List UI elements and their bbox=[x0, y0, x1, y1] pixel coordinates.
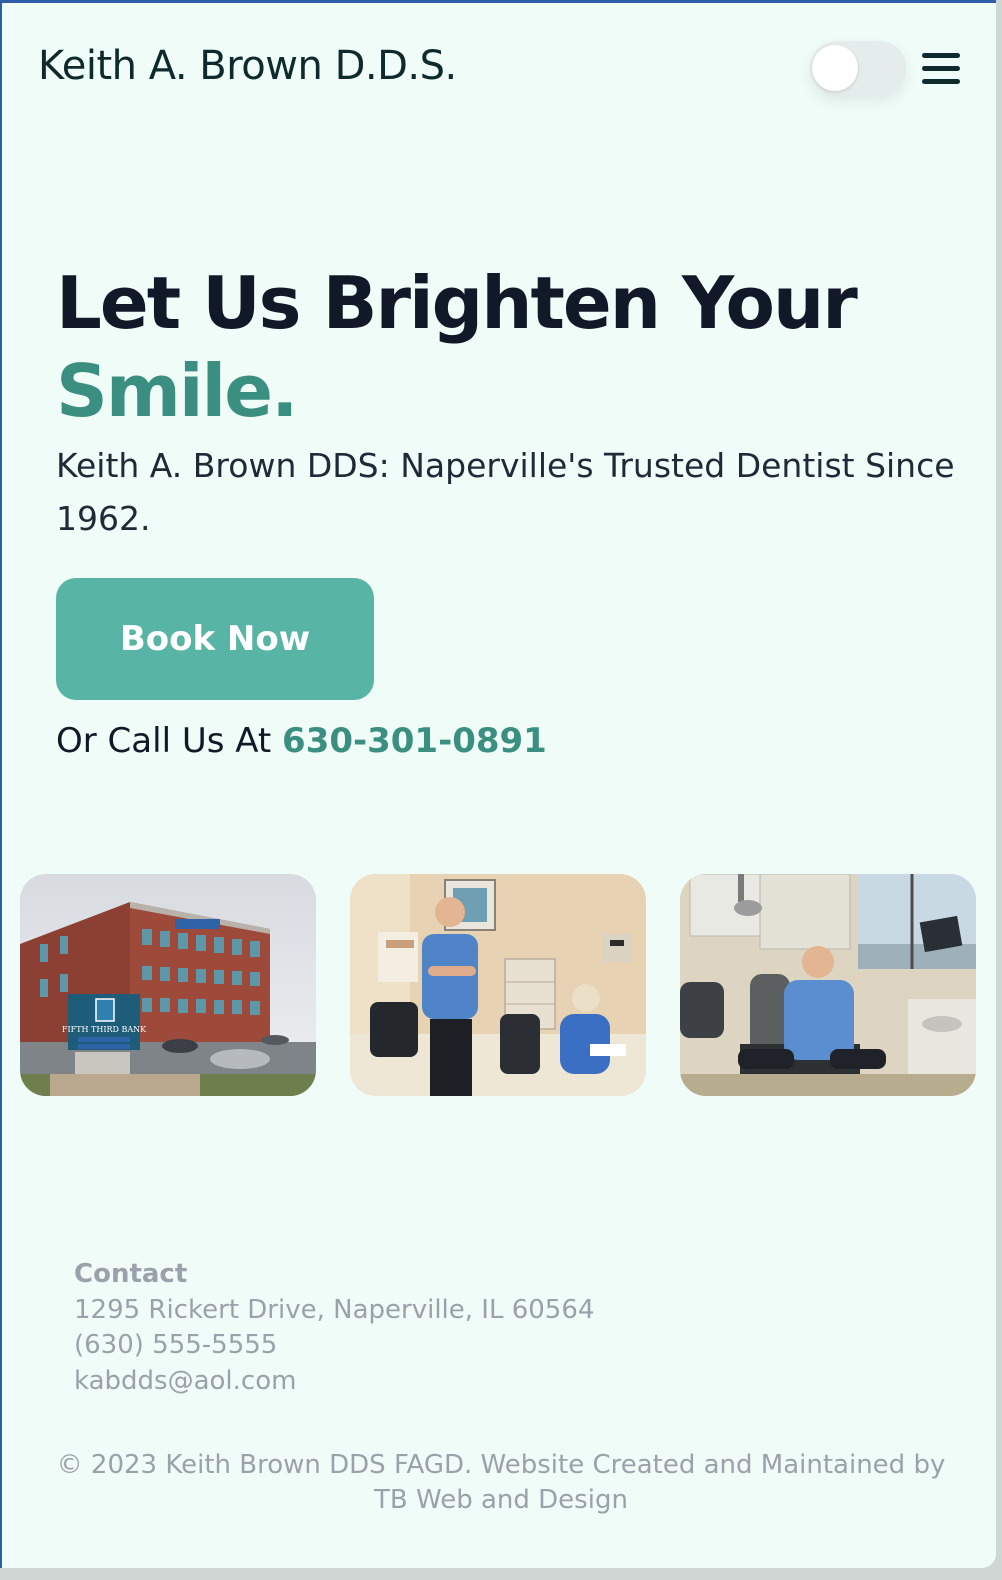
theme-toggle[interactable] bbox=[810, 41, 906, 95]
call-prefix: Or Call Us At bbox=[56, 721, 283, 761]
footer-contact: Contact 1295 Rickert Drive, Naperville, … bbox=[74, 1257, 594, 1399]
hamburger-menu-icon[interactable] bbox=[920, 49, 964, 87]
hero-subtitle: Keith A. Brown DDS: Naperville's Trusted… bbox=[56, 446, 955, 538]
call-us-line: Or Call Us At 630-301-0891 bbox=[56, 721, 547, 761]
sign-text: FIFTH THIRD BANK bbox=[62, 1025, 147, 1034]
hero-headline: Let Us Brighten Your Smile. bbox=[56, 259, 858, 435]
contact-heading: Contact bbox=[74, 1259, 188, 1289]
photo-dentist-with-staff bbox=[350, 874, 646, 1096]
headline-accent: Smile. bbox=[56, 349, 298, 433]
photo-dentist-in-operatory bbox=[680, 874, 976, 1096]
photo-office-building: FIFTH THIRD BANK bbox=[20, 874, 316, 1096]
contact-email[interactable]: kabdds@aol.com bbox=[74, 1364, 594, 1400]
site-brand[interactable]: Keith A. Brown D.D.S. bbox=[38, 43, 457, 89]
toggle-knob bbox=[812, 45, 858, 91]
contact-phone[interactable]: (630) 555-5555 bbox=[74, 1328, 594, 1364]
contact-address: 1295 Rickert Drive, Naperville, IL 60564 bbox=[74, 1294, 595, 1325]
footer-copyright: © 2023 Keith Brown DDS FAGD. Website Cre… bbox=[56, 1450, 946, 1515]
headline-text: Let Us Brighten Your bbox=[56, 261, 858, 345]
book-now-button[interactable]: Book Now bbox=[56, 578, 374, 700]
call-phone-link[interactable]: 630-301-0891 bbox=[282, 721, 547, 761]
page: Keith A. Brown D.D.S. Let Us Brighten Yo… bbox=[0, 0, 996, 1568]
